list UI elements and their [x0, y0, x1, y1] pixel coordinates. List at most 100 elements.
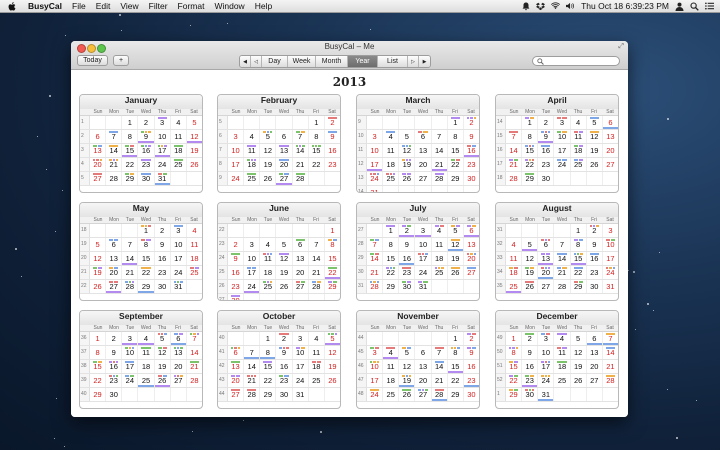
day-cell[interactable]: 4 — [571, 116, 587, 129]
day-cell[interactable]: 5 — [276, 238, 293, 251]
day-cell[interactable]: 22 — [122, 158, 139, 171]
day-cell[interactable]: 30 — [155, 280, 171, 293]
day-cell[interactable]: 29 — [448, 388, 464, 401]
month-july[interactable]: July Sun Mon Tue Wed Thu Fri Sat 27 1 2 3 4 5 6 28 7 8 9 10… — [356, 202, 480, 301]
multi-day-event-bar[interactable] — [399, 385, 415, 387]
day-cell[interactable]: 25 — [171, 158, 187, 171]
day-cell[interactable]: 29 — [260, 388, 277, 401]
day-cell[interactable]: 27 — [276, 172, 293, 185]
day-cell[interactable]: 21 — [554, 266, 571, 279]
month-october[interactable]: October Sun Mon Tue Wed Thu Fri Sat 40 1 2 3 4 5 41 6 7 8… — [217, 310, 341, 409]
week-number[interactable]: 50 — [496, 346, 506, 359]
day-cell[interactable]: 29 — [383, 280, 400, 293]
day-cell[interactable]: 23 — [587, 266, 603, 279]
day-cell[interactable]: 28 — [554, 280, 571, 293]
day-cell[interactable]: 26 — [448, 266, 464, 279]
week-number[interactable]: 24 — [218, 252, 228, 265]
month-title[interactable]: September — [80, 311, 202, 325]
day-cell[interactable]: 6 — [586, 332, 603, 345]
day-cell[interactable]: 30 — [228, 294, 245, 300]
day-cell[interactable]: 19 — [571, 360, 587, 373]
week-number[interactable]: 6 — [218, 130, 228, 143]
day-cell[interactable]: 15 — [506, 360, 523, 373]
day-cell[interactable]: 21 — [603, 360, 618, 373]
day-cell[interactable]: 15 — [448, 144, 464, 157]
day-cell[interactable]: 7 — [293, 130, 309, 143]
day-cell[interactable]: 10 — [367, 360, 384, 373]
day-cell[interactable]: 1 — [138, 224, 155, 237]
multi-day-event-bar[interactable] — [463, 385, 479, 387]
day-cell[interactable]: 25 — [383, 388, 400, 401]
day-cell[interactable]: 10 — [171, 238, 187, 251]
multi-day-event-bar[interactable] — [463, 235, 479, 237]
multi-day-event-bar[interactable] — [586, 343, 602, 345]
multi-day-event-bar[interactable] — [447, 249, 463, 251]
day-cell[interactable]: 19 — [399, 158, 416, 171]
week-number[interactable]: 44 — [218, 388, 228, 401]
day-cell[interactable]: 30 — [276, 388, 293, 401]
day-cell[interactable]: 9 — [325, 130, 340, 143]
multi-day-event-bar[interactable] — [570, 263, 586, 265]
day-cell[interactable]: 24 — [228, 172, 245, 185]
day-cell[interactable]: 21 — [431, 158, 448, 171]
month-title[interactable]: August — [496, 203, 618, 217]
multi-day-event-bar[interactable] — [260, 357, 276, 359]
day-cell[interactable]: 13 — [603, 130, 618, 143]
day-cell[interactable]: 25 — [244, 172, 261, 185]
week-number[interactable]: 33 — [496, 252, 506, 265]
day-cell[interactable]: 23 — [463, 374, 479, 387]
day-cell[interactable]: 5 — [448, 224, 464, 237]
day-cell[interactable]: 27 — [90, 172, 107, 185]
week-number[interactable]: 21 — [80, 266, 90, 279]
day-cell[interactable]: 11 — [383, 360, 400, 373]
day-cell[interactable]: 6 — [170, 332, 187, 345]
day-cell[interactable]: 15 — [325, 252, 340, 265]
day-cell[interactable]: 10 — [244, 252, 261, 265]
day-cell[interactable]: 12 — [522, 252, 539, 265]
window-titlebar[interactable]: BusyCal – Me ⤢ Today + ◀ ◁ Day Week Mont… — [71, 41, 628, 70]
week-number[interactable]: 9 — [357, 116, 367, 129]
day-cell[interactable]: 1 — [260, 332, 277, 345]
day-cell[interactable]: 22 — [90, 374, 107, 387]
week-number[interactable]: 31 — [357, 280, 367, 293]
day-cell[interactable]: 24 — [155, 158, 171, 171]
week-number[interactable]: 35 — [496, 280, 506, 293]
day-cell[interactable]: 16 — [587, 252, 603, 265]
day-cell[interactable]: 27 — [415, 172, 432, 185]
notification-center-icon[interactable] — [705, 2, 714, 11]
day-cell[interactable]: 27 — [603, 158, 618, 171]
day-cell[interactable]: 5 — [571, 332, 587, 345]
day-cell[interactable]: 22 — [571, 266, 587, 279]
day-cell[interactable]: 1 — [448, 116, 464, 129]
day-cell[interactable]: 7 — [106, 130, 123, 143]
day-cell[interactable]: 8 — [260, 346, 277, 359]
day-cell[interactable]: 26 — [276, 280, 293, 293]
search-field[interactable] — [532, 56, 620, 66]
day-cell[interactable]: 7 — [506, 130, 523, 143]
day-cell[interactable]: 17 — [367, 158, 384, 171]
day-cell[interactable]: 15 — [570, 252, 587, 265]
week-number[interactable]: 47 — [357, 374, 367, 387]
day-cell[interactable]: 31 — [293, 388, 309, 401]
week-number[interactable]: 27 — [218, 294, 228, 300]
day-cell[interactable]: 11 — [260, 252, 277, 265]
day-cell[interactable]: 16 — [228, 266, 245, 279]
multi-day-event-bar[interactable] — [122, 343, 138, 345]
tab-month[interactable]: Month — [316, 56, 348, 67]
multi-day-event-bar[interactable] — [431, 399, 447, 401]
day-cell[interactable]: 11 — [244, 144, 261, 157]
day-cell[interactable]: 4 — [244, 130, 261, 143]
day-cell[interactable]: 16 — [155, 252, 171, 265]
day-cell[interactable]: 21 — [367, 266, 384, 279]
day-cell[interactable]: 9 — [464, 346, 479, 359]
day-cell[interactable]: 18 — [309, 360, 325, 373]
day-cell[interactable]: 3 — [155, 116, 171, 129]
day-cell[interactable]: 15 — [122, 144, 139, 157]
day-cell[interactable]: 4 — [383, 346, 400, 359]
day-cell[interactable]: 23 — [538, 158, 555, 171]
month-title[interactable]: January — [80, 95, 202, 109]
day-cell[interactable]: 3 — [367, 130, 384, 143]
day-cell[interactable]: 24 — [554, 158, 571, 171]
day-cell[interactable]: 3 — [171, 224, 187, 237]
day-cell[interactable]: 6 — [90, 130, 107, 143]
